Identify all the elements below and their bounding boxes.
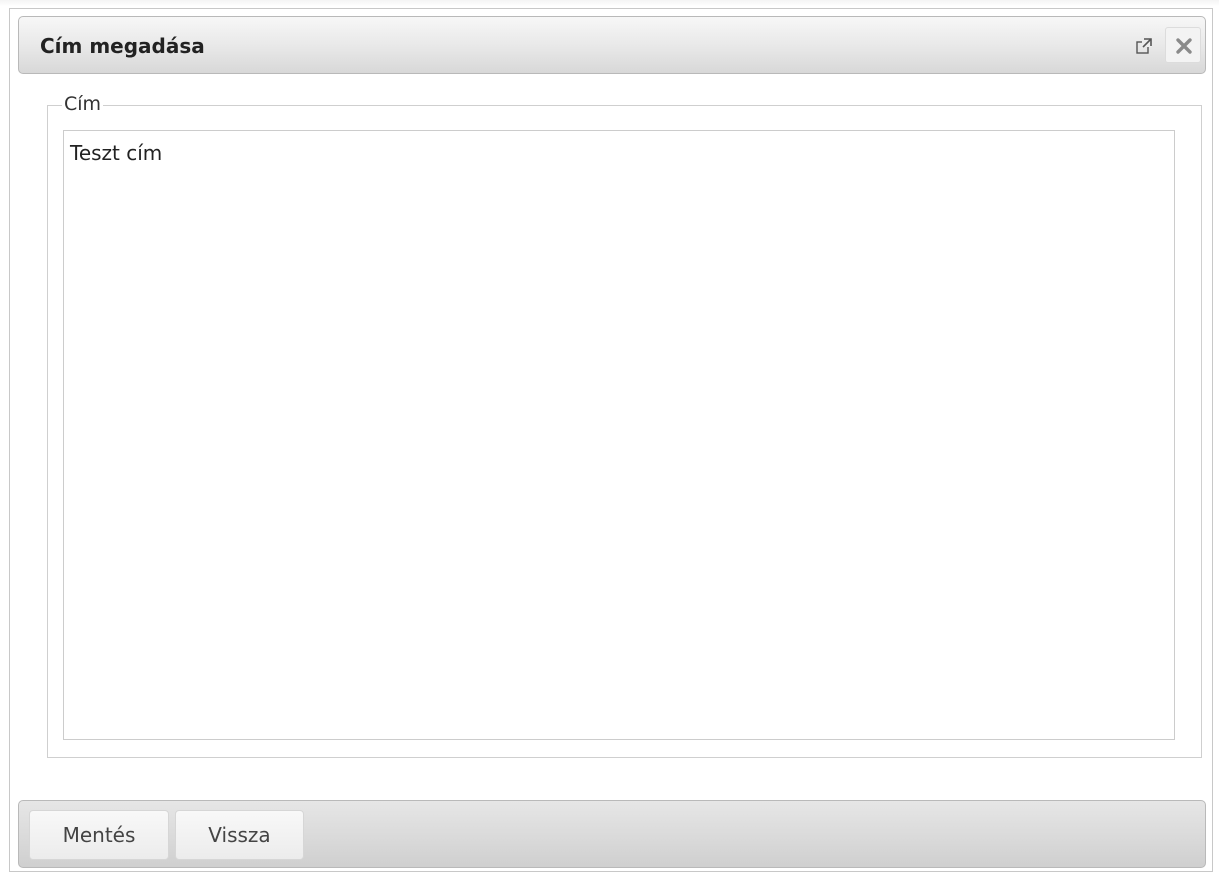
backdrop-edge (0, 0, 1219, 6)
address-textarea[interactable]: Teszt cím (63, 130, 1175, 740)
back-button[interactable]: Vissza (175, 810, 304, 860)
dialog-titlebar[interactable]: Cím megadása (18, 16, 1206, 74)
address-dialog: Cím megadása Cím Teszt cím Mentés Vissza (9, 8, 1213, 872)
dialog-title: Cím megadása (40, 34, 205, 58)
address-legend: Cím (62, 92, 104, 116)
close-icon (1176, 38, 1192, 54)
dialog-footer: Mentés Vissza (18, 800, 1206, 868)
address-fieldset: Cím Teszt cím (47, 92, 1202, 758)
popout-icon[interactable] (1133, 35, 1155, 57)
save-button[interactable]: Mentés (29, 810, 169, 860)
close-button[interactable] (1165, 27, 1201, 63)
